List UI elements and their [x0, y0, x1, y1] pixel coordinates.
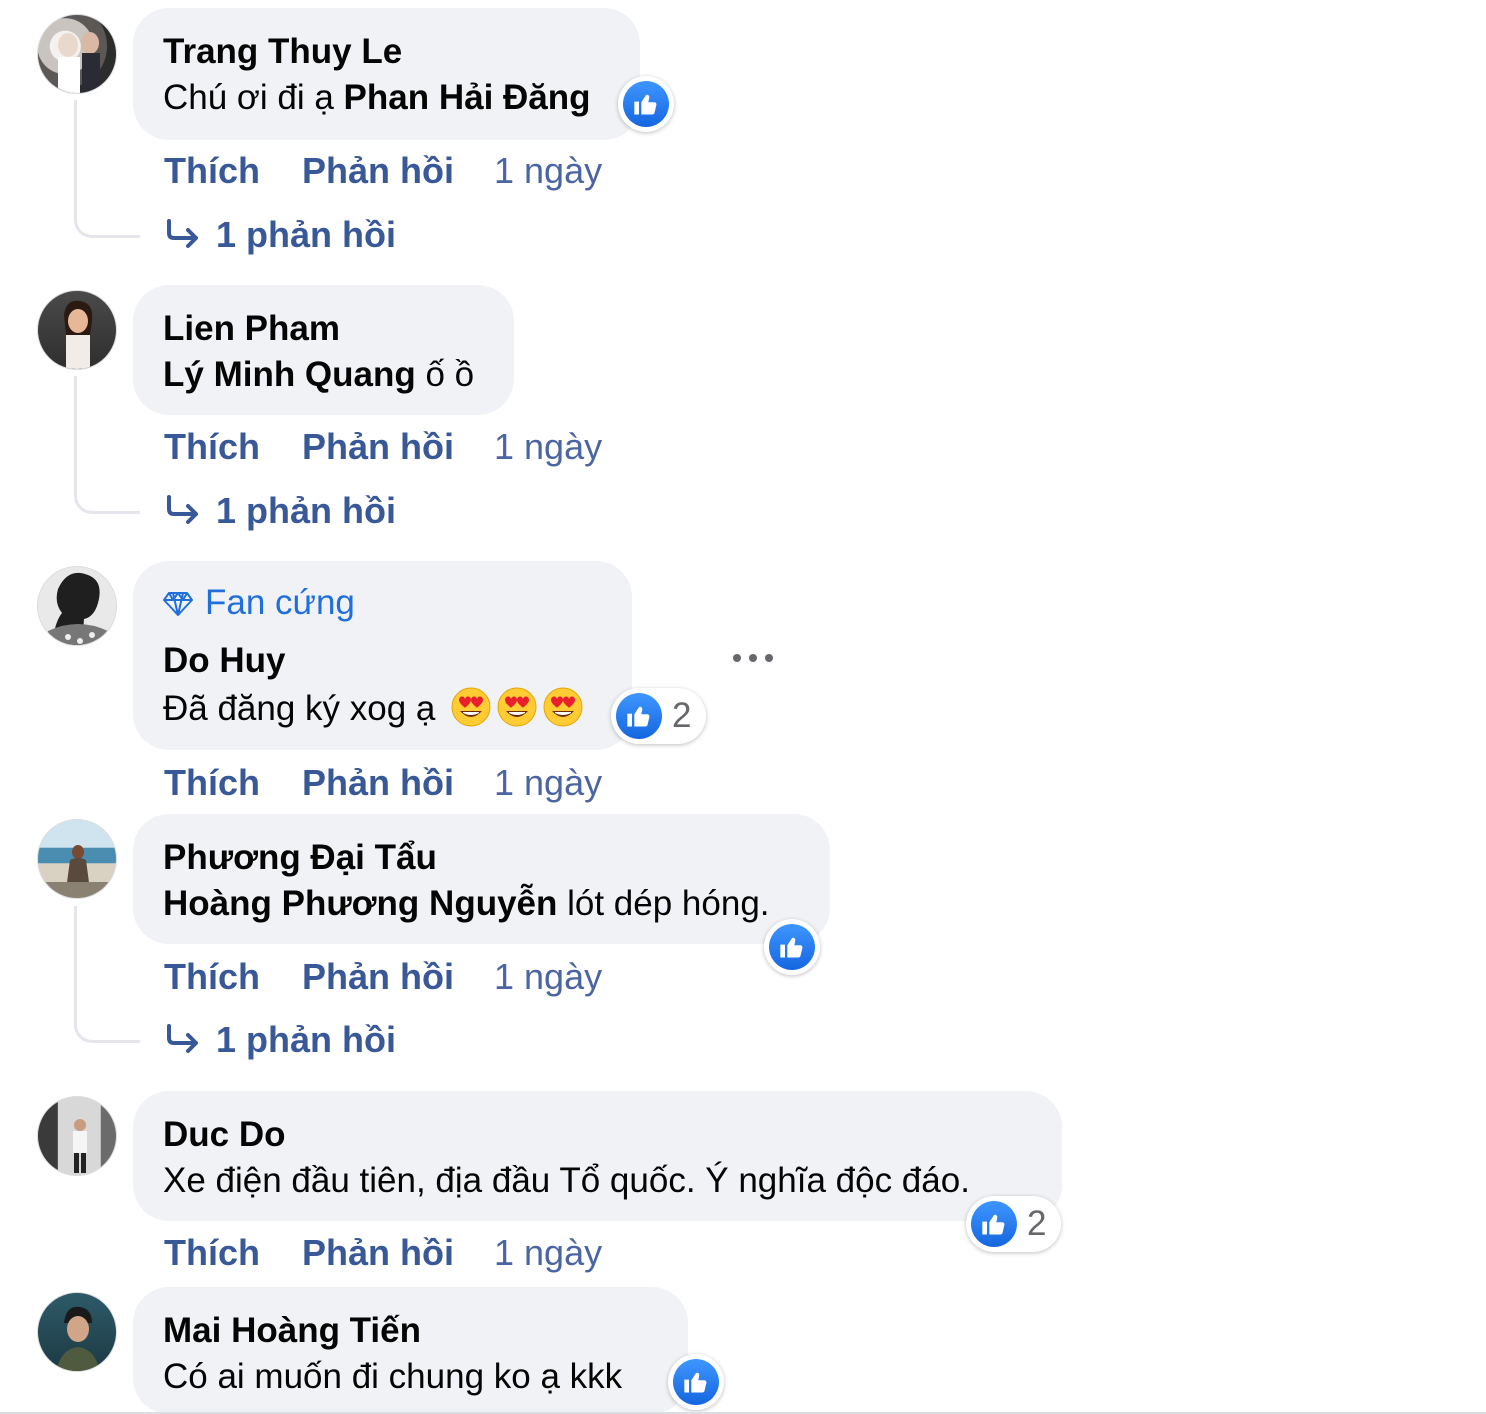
reply-button[interactable]: Phản hồi [302, 762, 454, 804]
comment-bubble: Phương Đại Tẩu Hoàng Phương Nguyễn lót d… [133, 814, 830, 944]
thread-line [74, 906, 140, 1043]
timestamp[interactable]: 1 ngày [494, 426, 602, 468]
reply-arrow-icon [164, 1024, 202, 1056]
diamond-icon [163, 592, 193, 616]
comment-author[interactable]: Do Huy [163, 641, 286, 681]
comment-actions: Thích Phản hồi 1 ngày [164, 762, 602, 804]
reaction-count: 2 [672, 696, 692, 735]
comment-text: Chú ơi đi ạ Phan Hải Đăng [163, 78, 591, 118]
comment-author[interactable]: Mai Hoàng Tiến [163, 1311, 421, 1351]
comment-bubble: Mai Hoàng Tiến Có ai muốn đi chung ko ạ … [133, 1287, 688, 1414]
comment-author[interactable]: Lien Pham [163, 309, 340, 349]
like-button[interactable]: Thích [164, 762, 260, 804]
view-replies-label: 1 phản hồi [216, 490, 396, 531]
comment-text-body: Đã đăng ký xog ạ [163, 689, 446, 728]
like-button[interactable]: Thích [164, 1232, 260, 1274]
more-options-button[interactable] [733, 646, 773, 670]
avatar[interactable] [37, 1292, 117, 1372]
comment-bubble: Duc Do Xe điện đầu tiên, địa đầu Tổ quốc… [133, 1091, 1062, 1221]
heart-eyes-emoji [497, 687, 537, 727]
reaction-summary[interactable]: 2 [611, 688, 707, 744]
avatar[interactable] [37, 566, 117, 646]
mention-link[interactable]: Phan Hải Đăng [344, 78, 591, 117]
comment-text: Xe điện đầu tiên, địa đầu Tổ quốc. Ý ngh… [163, 1161, 970, 1200]
comment-text: Hoàng Phương Nguyễn lót dép hóng. [163, 884, 770, 924]
comment-text-body: lót dép hóng. [557, 884, 770, 923]
timestamp[interactable]: 1 ngày [494, 762, 602, 804]
reply-button[interactable]: Phản hồi [302, 956, 454, 998]
timestamp[interactable]: 1 ngày [494, 956, 602, 998]
comment-text: Có ai muốn đi chung ko ạ kkk [163, 1357, 623, 1396]
mention-link[interactable]: Hoàng Phương Nguyễn [163, 884, 557, 923]
like-icon [971, 1201, 1017, 1247]
like-icon [673, 1359, 719, 1405]
view-replies-label: 1 phản hồi [216, 1019, 396, 1060]
view-replies-link[interactable]: 1 phản hồi [164, 1019, 396, 1061]
like-icon [769, 924, 815, 970]
timestamp[interactable]: 1 ngày [494, 150, 602, 192]
reply-button[interactable]: Phản hồi [302, 426, 454, 468]
like-button[interactable]: Thích [164, 426, 260, 468]
avatar[interactable] [37, 290, 117, 370]
view-replies-link[interactable]: 1 phản hồi [164, 490, 396, 532]
reaction-summary[interactable]: 2 [966, 1196, 1062, 1252]
comment-bubble: Lien Pham Lý Minh Quang ố ồ [133, 285, 514, 415]
reply-arrow-icon [164, 495, 202, 527]
like-icon [623, 81, 669, 127]
reaction-summary[interactable] [668, 1354, 724, 1410]
top-fan-badge[interactable]: Fan cứng [163, 583, 355, 623]
reaction-summary[interactable] [764, 919, 820, 975]
comment-actions: Thích Phản hồi 1 ngày [164, 150, 602, 192]
view-replies-label: 1 phản hồi [216, 214, 396, 255]
comment-actions: Thích Phản hồi 1 ngày [164, 426, 602, 468]
comment-text: Lý Minh Quang ố ồ [163, 355, 474, 395]
thread-line [74, 100, 140, 238]
mention-link[interactable]: Lý Minh Quang [163, 355, 416, 394]
comment-author[interactable]: Trang Thuy Le [163, 32, 402, 72]
reply-button[interactable]: Phản hồi [302, 150, 454, 192]
timestamp[interactable]: 1 ngày [494, 1232, 602, 1274]
badge-label: Fan cứng [205, 583, 355, 622]
comment-author[interactable]: Duc Do [163, 1115, 286, 1155]
view-replies-link[interactable]: 1 phản hồi [164, 214, 396, 256]
comment-bubble: Trang Thuy Le Chú ơi đi ạ Phan Hải Đăng [133, 8, 640, 140]
comment-author[interactable]: Phương Đại Tẩu [163, 838, 437, 878]
avatar[interactable] [37, 1096, 117, 1176]
heart-eyes-emoji [451, 687, 491, 727]
thread-line [74, 376, 140, 514]
reaction-count: 2 [1027, 1204, 1047, 1243]
comment-actions: Thích Phản hồi 1 ngày [164, 1232, 602, 1274]
comment-actions: Thích Phản hồi 1 ngày [164, 956, 602, 998]
reply-arrow-icon [164, 219, 202, 251]
reply-button[interactable]: Phản hồi [302, 1232, 454, 1274]
comment-text: Đã đăng ký xog ạ [163, 687, 583, 729]
like-icon [616, 693, 662, 739]
like-button[interactable]: Thích [164, 956, 260, 998]
avatar[interactable] [37, 14, 117, 94]
avatar[interactable] [37, 819, 117, 899]
comment-text-body: ố ồ [415, 355, 475, 394]
reaction-summary[interactable] [618, 76, 674, 132]
like-button[interactable]: Thích [164, 150, 260, 192]
comment-text-body: Chú ơi đi ạ [163, 78, 344, 117]
comment-bubble: Fan cứng Do Huy Đã đăng ký xog ạ [133, 561, 632, 750]
heart-eyes-emoji [543, 687, 583, 727]
